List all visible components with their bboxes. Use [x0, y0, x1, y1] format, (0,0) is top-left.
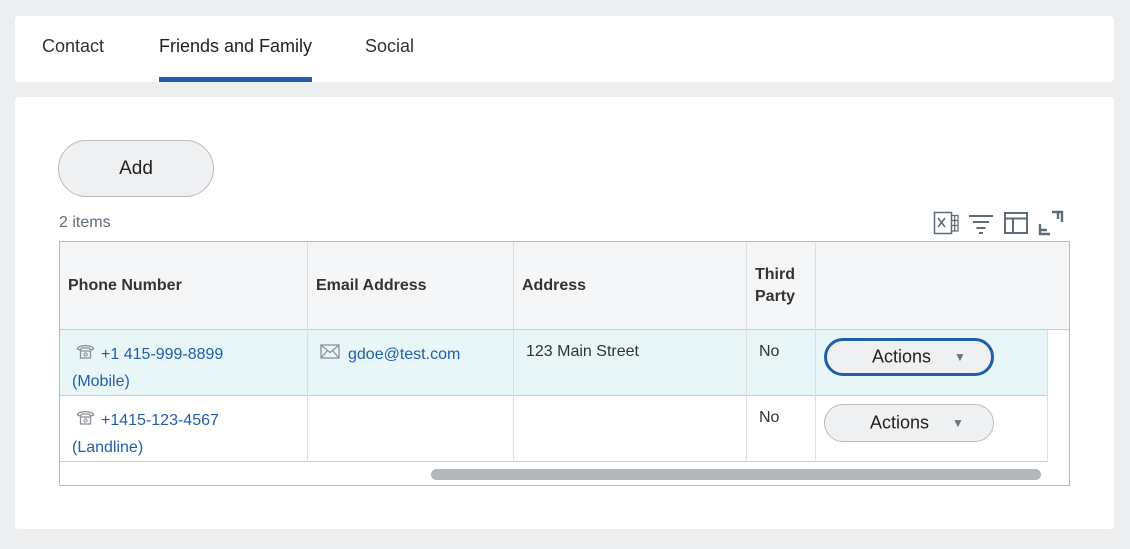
phone-icon	[76, 407, 95, 434]
phone-type-text: (Mobile)	[72, 373, 130, 391]
chevron-down-icon: ▼	[954, 350, 966, 364]
friends-family-grid: Phone Number Email Address Address Third…	[59, 241, 1070, 486]
column-header-phone-number[interactable]: Phone Number	[60, 242, 308, 330]
table-row[interactable]: +1 415-999-8899 (Mobile) gdoe@test.com 1…	[60, 330, 1048, 396]
address-cell: 123 Main Street	[514, 330, 747, 396]
tab-contact[interactable]: Contact	[42, 16, 104, 82]
fullscreen-icon[interactable]	[1038, 210, 1064, 236]
actions-cell: Actions ▼	[816, 330, 1048, 396]
third-party-cell: No	[747, 396, 816, 462]
email-link[interactable]: gdoe@test.com	[320, 341, 513, 368]
chevron-down-icon: ▼	[952, 416, 964, 430]
third-party-cell: No	[747, 330, 816, 396]
actions-label: Actions	[872, 346, 932, 367]
third-party-text: No	[759, 343, 780, 360]
scrollbar-thumb[interactable]	[431, 469, 1041, 480]
actions-button[interactable]: Actions ▼	[824, 338, 994, 376]
filter-icon[interactable]	[968, 210, 994, 236]
phone-number-link[interactable]: +1 415-999-8899 (Mobile)	[72, 341, 307, 395]
main-panel: Add 2 items Phone Number Email Address A…	[15, 97, 1114, 529]
phone-number-text: +1415-123-4567	[101, 412, 219, 429]
tab-friends-and-family[interactable]: Friends and Family	[159, 16, 313, 82]
email-cell: gdoe@test.com	[308, 330, 514, 396]
phone-number-text: +1 415-999-8899	[101, 346, 224, 363]
column-header-actions	[816, 242, 1069, 330]
column-header-third-party[interactable]: Third Party	[747, 242, 816, 330]
third-party-text: No	[759, 409, 780, 426]
phone-type-text: (Landline)	[72, 439, 144, 457]
column-header-email-address[interactable]: Email Address	[308, 242, 514, 330]
phone-icon	[76, 341, 95, 368]
envelope-icon	[320, 341, 340, 368]
actions-label: Actions	[870, 412, 930, 433]
add-button[interactable]: Add	[58, 140, 214, 197]
phone-number-cell: +1415-123-4567 (Landline)	[60, 396, 308, 462]
address-text: 123 Main Street	[526, 343, 639, 360]
active-tab-indicator	[159, 77, 313, 82]
email-text: gdoe@test.com	[348, 346, 461, 363]
grid-header: Phone Number Email Address Address Third…	[60, 242, 1069, 330]
horizontal-scrollbar[interactable]	[60, 463, 1069, 485]
email-cell	[308, 396, 514, 462]
phone-number-link[interactable]: +1415-123-4567 (Landline)	[72, 407, 307, 461]
tab-bar: Contact Friends and Family Social	[15, 16, 1114, 82]
tab-social[interactable]: Social	[365, 16, 414, 82]
table-row[interactable]: +1415-123-4567 (Landline) No Actions ▼	[60, 396, 1048, 462]
columns-icon[interactable]	[1003, 210, 1029, 236]
phone-number-cell: +1 415-999-8899 (Mobile)	[60, 330, 308, 396]
column-header-address[interactable]: Address	[514, 242, 747, 330]
grid-toolbar	[933, 210, 1064, 236]
items-count: 2 items	[59, 214, 111, 231]
address-cell	[514, 396, 747, 462]
export-excel-icon[interactable]	[933, 210, 959, 236]
tab-label: Friends and Family	[159, 36, 313, 56]
actions-cell: Actions ▼	[816, 396, 1048, 462]
actions-button[interactable]: Actions ▼	[824, 404, 994, 442]
